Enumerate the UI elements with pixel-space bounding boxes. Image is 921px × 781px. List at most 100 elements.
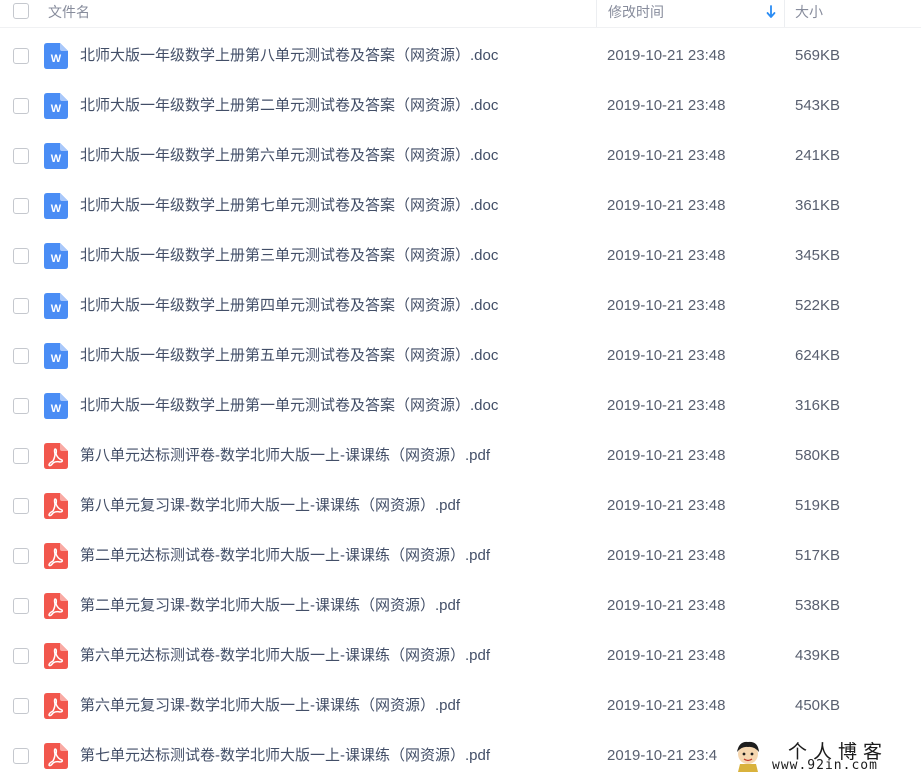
file-size: 439KB	[795, 647, 841, 664]
cartoon-avatar-icon	[737, 741, 759, 772]
pdf-icon	[44, 593, 68, 619]
file-row[interactable]: W 北师大版一年级数学上册第四单元测试卷及答案（网资源）.doc 2019-10-2…	[0, 281, 921, 331]
file-modified-time: 2019-10-21 23:48	[607, 447, 726, 464]
file-modified-time: 2019-10-21 23:48	[607, 147, 726, 164]
word-icon: W	[44, 193, 68, 219]
svg-text:W: W	[51, 253, 62, 265]
file-row[interactable]: 第六单元复习课-数学北师大版一上-课课练（网资源）.pdf 2019-10-21 …	[0, 681, 921, 731]
word-icon: W	[44, 143, 68, 169]
word-icon: W	[44, 43, 68, 69]
file-row[interactable]: W 北师大版一年级数学上册第七单元测试卷及答案（网资源）.doc 2019-10-2…	[0, 181, 921, 231]
column-header-modified-time[interactable]: 修改时间	[596, 0, 784, 27]
svg-text:W: W	[51, 203, 62, 215]
file-name-link[interactable]: 第六单元达标测试卷-数学北师大版一上-课课练（网资源）.pdf	[80, 631, 490, 681]
row-checkbox[interactable]	[13, 648, 29, 664]
file-row[interactable]: W 北师大版一年级数学上册第八单元测试卷及答案（网资源）.doc 2019-10-2…	[0, 31, 921, 81]
file-modified-time: 2019-10-21 23:48	[607, 547, 726, 564]
file-size: 361KB	[795, 197, 841, 214]
file-size: 450KB	[795, 697, 841, 714]
file-size: 241KB	[795, 147, 841, 164]
file-modified-time: 2019-10-21 23:48	[607, 97, 726, 114]
file-modified-time: 2019-10-21 23:48	[607, 297, 726, 314]
row-checkbox[interactable]	[13, 448, 29, 464]
file-row[interactable]: W 北师大版一年级数学上册第一单元测试卷及答案（网资源）.doc 2019-10-2…	[0, 381, 921, 431]
word-icon: W	[44, 93, 68, 119]
watermark-url: www.92in.com	[772, 758, 878, 773]
file-name-link[interactable]: 北师大版一年级数学上册第六单元测试卷及答案（网资源）.doc	[80, 131, 498, 181]
pdf-icon	[44, 443, 68, 469]
file-name-link[interactable]: 北师大版一年级数学上册第四单元测试卷及答案（网资源）.doc	[80, 281, 498, 331]
row-checkbox[interactable]	[13, 498, 29, 514]
row-checkbox[interactable]	[13, 248, 29, 264]
file-row[interactable]: W 北师大版一年级数学上册第五单元测试卷及答案（网资源）.doc 2019-10-2…	[0, 331, 921, 381]
column-header-size-label: 大小	[795, 4, 823, 20]
file-row[interactable]: W 北师大版一年级数学上册第二单元测试卷及答案（网资源）.doc 2019-10-2…	[0, 81, 921, 131]
sort-descending-icon[interactable]	[766, 5, 776, 19]
column-header-size[interactable]: 大小	[784, 0, 921, 27]
file-size: 345KB	[795, 247, 841, 264]
file-list: W 北师大版一年级数学上册第八单元测试卷及答案（网资源）.doc 2019-10-2…	[0, 31, 921, 781]
row-checkbox[interactable]	[13, 48, 29, 64]
file-modified-time: 2019-10-21 23:48	[607, 647, 726, 664]
row-checkbox[interactable]	[13, 348, 29, 364]
file-modified-time: 2019-10-21 23:48	[607, 347, 726, 364]
select-all-checkbox[interactable]	[13, 3, 29, 19]
row-checkbox[interactable]	[13, 148, 29, 164]
file-modified-time: 2019-10-21 23:48	[607, 597, 726, 614]
file-size: 569KB	[795, 47, 841, 64]
row-checkbox[interactable]	[13, 198, 29, 214]
pdf-icon	[44, 543, 68, 569]
word-icon: W	[44, 343, 68, 369]
file-modified-time: 2019-10-21 23:48	[607, 197, 726, 214]
file-modified-time: 2019-10-21 23:48	[607, 397, 726, 414]
file-name-link[interactable]: 第二单元达标测试卷-数学北师大版一上-课课练（网资源）.pdf	[80, 531, 490, 581]
row-checkbox[interactable]	[13, 748, 29, 764]
file-size: 517KB	[795, 547, 841, 564]
file-size: 522KB	[795, 297, 841, 314]
file-name-link[interactable]: 北师大版一年级数学上册第二单元测试卷及答案（网资源）.doc	[80, 81, 498, 131]
svg-text:W: W	[51, 353, 62, 365]
word-icon: W	[44, 393, 68, 419]
row-checkbox[interactable]	[13, 398, 29, 414]
file-name-link[interactable]: 第七单元达标测试卷-数学北师大版一上-课课练（网资源）.pdf	[80, 731, 490, 781]
svg-text:W: W	[51, 303, 62, 315]
file-row[interactable]: 第八单元达标测评卷-数学北师大版一上-课课练（网资源）.pdf 2019-10-2…	[0, 431, 921, 481]
file-name-link[interactable]: 第八单元达标测评卷-数学北师大版一上-课课练（网资源）.pdf	[80, 431, 490, 481]
file-row[interactable]: W 北师大版一年级数学上册第三单元测试卷及答案（网资源）.doc 2019-10-2…	[0, 231, 921, 281]
column-header-name[interactable]: 文件名	[48, 0, 90, 27]
pdf-icon	[44, 493, 68, 519]
file-row[interactable]: 第二单元复习课-数学北师大版一上-课课练（网资源）.pdf 2019-10-21 …	[0, 581, 921, 631]
file-row[interactable]: 第二单元达标测试卷-数学北师大版一上-课课练（网资源）.pdf 2019-10-2…	[0, 531, 921, 581]
file-list-header: 文件名 修改时间 大小	[0, 0, 921, 28]
row-checkbox[interactable]	[13, 698, 29, 714]
file-modified-time: 2019-10-21 23:48	[607, 497, 726, 514]
file-name-link[interactable]: 北师大版一年级数学上册第三单元测试卷及答案（网资源）.doc	[80, 231, 498, 281]
file-name-link[interactable]: 第二单元复习课-数学北师大版一上-课课练（网资源）.pdf	[80, 581, 460, 631]
file-row[interactable]: 第六单元达标测试卷-数学北师大版一上-课课练（网资源）.pdf 2019-10-2…	[0, 631, 921, 681]
row-checkbox[interactable]	[13, 548, 29, 564]
file-row[interactable]: W 北师大版一年级数学上册第六单元测试卷及答案（网资源）.doc 2019-10-2…	[0, 131, 921, 181]
svg-text:W: W	[51, 103, 62, 115]
file-row[interactable]: 第八单元复习课-数学北师大版一上-课课练（网资源）.pdf 2019-10-21 …	[0, 481, 921, 531]
file-modified-time: 2019-10-21 23:48	[607, 697, 726, 714]
svg-text:W: W	[51, 153, 62, 165]
file-size: 580KB	[795, 447, 841, 464]
file-name-link[interactable]: 北师大版一年级数学上册第七单元测试卷及答案（网资源）.doc	[80, 181, 498, 231]
file-size: 543KB	[795, 97, 841, 114]
file-modified-time: 2019-10-21 23:4	[607, 747, 718, 764]
file-modified-time: 2019-10-21 23:48	[607, 247, 726, 264]
file-size: 624KB	[795, 347, 841, 364]
row-checkbox[interactable]	[13, 98, 29, 114]
file-size: 519KB	[795, 497, 841, 514]
file-name-link[interactable]: 第八单元复习课-数学北师大版一上-课课练（网资源）.pdf	[80, 481, 460, 531]
file-name-link[interactable]: 北师大版一年级数学上册第一单元测试卷及答案（网资源）.doc	[80, 381, 498, 431]
file-name-link[interactable]: 北师大版一年级数学上册第八单元测试卷及答案（网资源）.doc	[80, 31, 498, 81]
file-name-link[interactable]: 北师大版一年级数学上册第五单元测试卷及答案（网资源）.doc	[80, 331, 498, 381]
svg-text:W: W	[51, 403, 62, 415]
file-name-link[interactable]: 第六单元复习课-数学北师大版一上-课课练（网资源）.pdf	[80, 681, 460, 731]
svg-text:W: W	[51, 53, 62, 65]
pdf-icon	[44, 693, 68, 719]
row-checkbox[interactable]	[13, 298, 29, 314]
blog-watermark: 个人博客 www.92in.com	[726, 731, 921, 779]
row-checkbox[interactable]	[13, 598, 29, 614]
